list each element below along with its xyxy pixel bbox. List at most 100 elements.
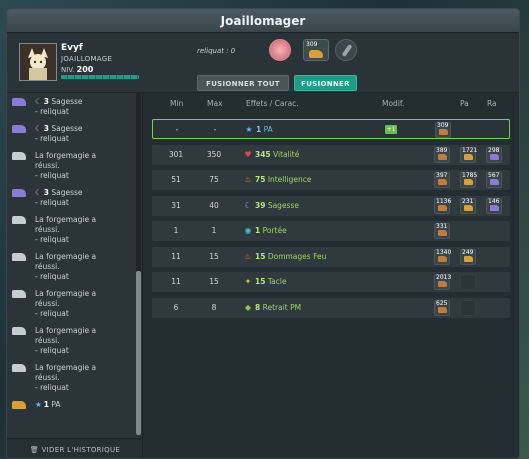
tackle-icon: ✦ — [244, 277, 252, 286]
table-row[interactable]: 1 1 ◉ 1 Portée 331 — [152, 221, 510, 241]
history-text: La forgemagie a — [35, 215, 97, 224]
rune-slot[interactable]: 1785 — [460, 172, 477, 188]
history-item: La forgemagie a réussi. - reliquat — [7, 289, 135, 319]
retreat-icon: ◆ — [244, 302, 252, 312]
item-grey-icon — [12, 253, 26, 261]
rune-slot[interactable]: 331 — [434, 223, 450, 239]
history-sub: - reliquat — [35, 198, 69, 207]
fuse-button[interactable]: FUSIONNER — [294, 75, 357, 91]
col-max: Max — [207, 99, 223, 108]
rune-slot[interactable]: 389 — [434, 146, 450, 163]
rune-slot[interactable]: 625 — [434, 299, 450, 316]
rune-icon — [464, 153, 473, 160]
table-row[interactable]: 301 350 ♥ 345 Vitalité 389 1721 298 — [152, 144, 510, 165]
max-value: 8 — [211, 302, 217, 312]
max-value: - — [213, 125, 217, 134]
flame-icon: ♨ — [244, 251, 252, 261]
history-text: La forgemagie a — [35, 289, 97, 298]
effect-stat: Portée — [262, 226, 287, 235]
moon-icon: ☾ — [35, 124, 42, 133]
heart-icon: ♥ — [244, 149, 252, 159]
history-stat: Sagesse — [51, 188, 83, 197]
history-sub: - reliquat — [35, 171, 69, 180]
effect-stat: Vitalité — [273, 149, 300, 159]
history-text: réussi. — [35, 336, 60, 345]
rune-slot[interactable]: 231 — [460, 197, 476, 214]
max-value: 1 — [211, 226, 217, 235]
rune-icon — [438, 281, 447, 287]
rune-icon — [490, 204, 499, 211]
rune-count: 625 — [436, 299, 448, 307]
rune-slot[interactable]: 1340 — [434, 248, 451, 265]
col-effects: Effets / Carac. — [246, 99, 299, 108]
history-text: réussi. — [35, 225, 60, 234]
rune-icon — [438, 153, 447, 160]
rune-slot[interactable]: 309 — [303, 39, 329, 61]
star-icon: ★ — [35, 400, 42, 409]
history-scrollbar[interactable] — [136, 93, 141, 435]
trash-icon: 🗑 — [29, 446, 42, 454]
history-amount: 1 — [43, 400, 49, 409]
rune-count: 146 — [488, 197, 500, 205]
rune-slot[interactable] — [460, 274, 476, 290]
table-row[interactable]: 51 75 ♨ 75 Intelligence 397 1785 567 — [152, 170, 510, 190]
modif-badge: +1 — [385, 125, 397, 134]
feather-slot-icon[interactable] — [335, 39, 357, 61]
history-scroll-thumb[interactable] — [136, 271, 141, 435]
rune-icon — [438, 306, 447, 313]
history-sub: - reliquat — [35, 309, 69, 318]
history-text: La forgemagie a — [35, 363, 97, 372]
history-sub: - reliquat — [35, 272, 69, 281]
moon-icon: ☾ — [35, 188, 42, 197]
rune-slot[interactable]: 567 — [486, 172, 502, 188]
effect-cell: ♥ 345 Vitalité — [244, 150, 299, 159]
max-value: 350 — [206, 149, 222, 159]
rune-slot[interactable]: 298 — [486, 146, 502, 163]
forgemagie-window: Joaillomager Evyf JOAILLOMAGE NIV. 200 r… — [6, 8, 520, 459]
rune-slot[interactable]: 1136 — [434, 197, 451, 214]
history-item: La forgemagie a réussi. - reliquat — [7, 151, 135, 181]
table-row[interactable]: 11 15 ♨ 15 Dommages Feu 1340 249 — [152, 246, 510, 267]
col-ra: Ra — [487, 99, 497, 108]
history-sub: - reliquat — [35, 107, 69, 116]
boot-icon — [309, 50, 323, 58]
item-purple-icon — [12, 189, 26, 197]
item-slot-donut-icon[interactable] — [269, 39, 291, 61]
col-pa: Pa — [460, 99, 469, 108]
rune-slot[interactable] — [460, 299, 476, 316]
rune-slot[interactable]: 2013 — [434, 274, 451, 290]
history-stat: Sagesse — [51, 124, 83, 133]
rune-slot[interactable]: 1721 — [460, 146, 477, 163]
reliquat-label: reliquat : 0 — [197, 47, 236, 55]
rune-slot[interactable]: 249 — [460, 248, 476, 265]
effect-cell: ★ 1 PA — [245, 125, 272, 134]
table-header: Min Max Effets / Carac. Modif. Pa Ra — [144, 97, 519, 111]
item-grey-icon — [12, 327, 26, 335]
clear-history-button[interactable]: 🗑 VIDER L'HISTORIQUE — [7, 438, 142, 458]
rune-slot[interactable]: 397 — [434, 172, 450, 188]
history-sub: - reliquat — [35, 134, 69, 143]
effect-stat: Sagesse — [267, 200, 299, 210]
item-grey-icon — [12, 216, 26, 224]
table-row[interactable]: 6 8 ◆ 8 Retrait PM 625 — [152, 297, 510, 318]
history-text: réussi. — [35, 262, 60, 271]
rune-slot[interactable]: 309 — [435, 122, 451, 138]
rune-icon — [490, 179, 499, 185]
star-icon: ★ — [245, 125, 253, 134]
fuse-all-button[interactable]: FUSIONNER TOUT — [197, 75, 289, 91]
history-stat: Sagesse — [51, 97, 83, 106]
history-text: réussi. — [35, 161, 60, 170]
rune-count: 567 — [488, 172, 500, 179]
table-row[interactable]: 11 15 ✦ 15 Tacle 2013 — [152, 272, 510, 292]
history-list[interactable]: ☾ 3 Sagesse - reliquat ☾ 3 Sagesse - reliquat… — [7, 97, 135, 417]
table-row[interactable]: 31 40 ☾ 39 Sagesse 1136 231 146 — [152, 195, 510, 216]
history-item: La forgemagie a réussi. - reliquat — [7, 363, 135, 393]
character-level: NIV. 200 — [61, 65, 93, 74]
table-row[interactable]: - - ★ 1 PA +1 309 — [152, 119, 510, 139]
item-grey-icon — [12, 290, 26, 298]
eye-icon: ◉ — [244, 226, 252, 235]
character-avatar — [19, 43, 57, 81]
history-text: La forgemagie a — [35, 326, 97, 335]
effect-cell: ☾ 39 Sagesse — [244, 201, 299, 210]
rune-slot[interactable]: 146 — [486, 197, 502, 214]
